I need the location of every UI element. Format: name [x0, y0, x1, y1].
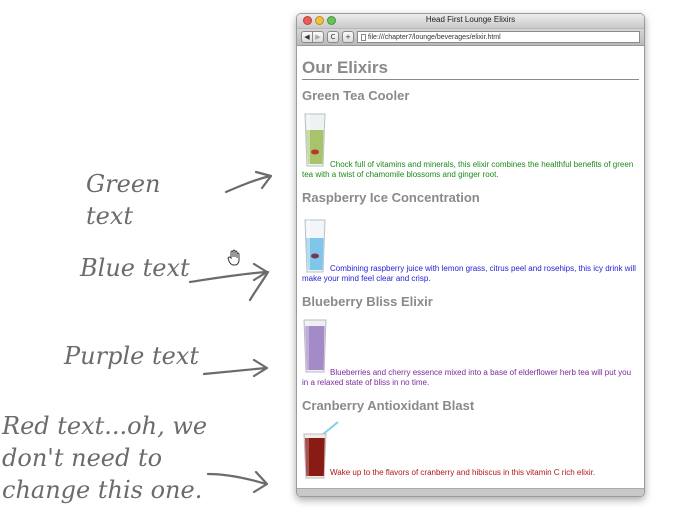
browser-toolbar: ◀ ▶ C + file:///chapter7/lounge/beverage…	[297, 29, 644, 46]
page-icon	[361, 33, 366, 41]
window-statusbar	[297, 488, 644, 496]
elixir-heading: Cranberry Antioxidant Blast	[302, 398, 475, 413]
back-button[interactable]: ◀	[301, 31, 313, 43]
arrow-purple	[202, 358, 269, 378]
arrow-blue-2	[248, 270, 270, 302]
annotation-red-text: Red text...oh, we don't need to change t…	[2, 412, 208, 504]
annotation-purple-text: Purple text	[64, 342, 199, 370]
add-bookmark-button[interactable]: +	[342, 31, 354, 43]
arrow-red	[206, 470, 269, 494]
reload-button[interactable]: C	[327, 31, 339, 43]
annotation-blue-text: Blue text	[80, 254, 190, 282]
address-bar[interactable]: file:///chapter7/lounge/beverages/elixir…	[357, 31, 640, 43]
forward-button[interactable]: ▶	[313, 31, 324, 43]
elixir-heading: Green Tea Cooler	[302, 88, 410, 103]
page-title: Our Elixirs	[302, 58, 639, 80]
elixir-heading: Blueberry Bliss Elixir	[302, 294, 433, 309]
elixir-description: Chock full of vitamins and minerals, thi…	[302, 160, 634, 179]
blueberry-bliss-glass-image	[303, 319, 327, 373]
elixir-description: Wake up to the flavors of cranberry and …	[330, 468, 596, 477]
annotation-green-text: Green text	[86, 170, 161, 230]
arrow-green	[224, 170, 273, 194]
window-title: Head First Lounge Elixirs	[425, 15, 516, 24]
address-url: file:///chapter7/lounge/beverages/elixir…	[368, 33, 501, 41]
browser-window: Head First Lounge Elixirs ◀ ▶ C + file:/…	[296, 13, 645, 497]
elixir-description: Combining raspberry juice with lemon gra…	[302, 264, 636, 283]
elixir-description: Blueberries and cherry essence mixed int…	[302, 368, 632, 387]
hand-cursor-icon	[227, 249, 240, 266]
arrow-blue	[188, 262, 269, 284]
page-content: Our Elixirs Green Tea Cooler Chock full …	[302, 54, 639, 488]
elixir-heading: Raspberry Ice Concentration	[302, 190, 480, 205]
window-titlebar: Head First Lounge Elixirs	[297, 14, 644, 29]
